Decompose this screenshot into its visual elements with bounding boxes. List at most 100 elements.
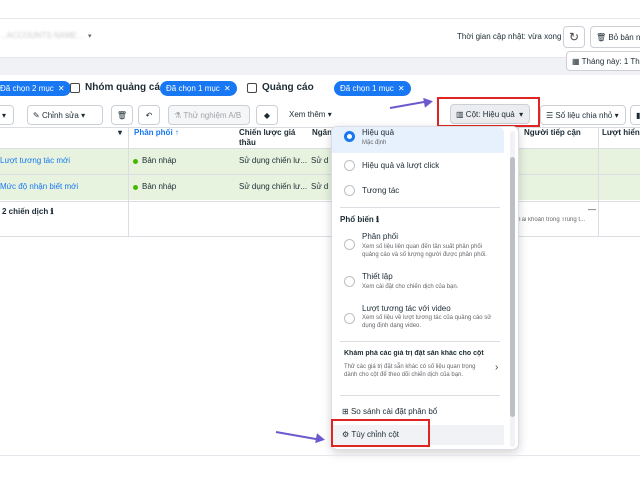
explore-title[interactable]: Khám phá các giá trị đặt sẵn khác cho cộ…: [344, 350, 500, 357]
compare-attribution-item[interactable]: ⊞ So sánh cài đặt phân bổ: [342, 407, 437, 416]
create-dropdown[interactable]: ▾: [0, 105, 14, 125]
more-label: Xem thêm: [289, 110, 326, 119]
budget-value: Sử d: [311, 182, 329, 191]
sort-caret-icon[interactable]: ▾: [118, 128, 122, 150]
breakdown-button[interactable]: ☰ Số liệu chia nhỏ ▾: [540, 105, 626, 125]
reports-button[interactable]: ▮: [630, 105, 640, 125]
date-row: [0, 58, 640, 75]
columns-icon: ▥: [456, 109, 464, 119]
close-icon[interactable]: ✕: [398, 84, 405, 93]
info-icon: ℹ: [376, 215, 380, 224]
reach-dash: —: [588, 205, 596, 214]
tab-ads[interactable]: Quảng cáo: [262, 82, 314, 93]
customize-columns-item[interactable]: ⚙ Tùy chỉnh cột: [342, 430, 399, 439]
bid-strategy-value: Sử dụng chiến lư...: [239, 182, 308, 191]
calendar-icon: ▦: [572, 57, 580, 66]
popular-title: Phổ biến: [340, 215, 374, 224]
column-bid-strategy[interactable]: Chiến lược giá thầu: [239, 128, 307, 150]
column-budget[interactable]: Ngân: [312, 128, 332, 150]
table-row[interactable]: Mức độ nhận biết mới Bản nháp Sử dụng ch…: [0, 174, 640, 200]
status-dot: [133, 185, 138, 190]
refresh-icon: ↻: [568, 30, 580, 44]
radio-engagement[interactable]: [344, 185, 355, 196]
table-bottom-divider: [0, 236, 640, 237]
column-reach[interactable]: Người tiếp cận: [524, 128, 581, 150]
option-delivery-desc: Xem số liệu liên quan đến tần suất phân …: [362, 244, 487, 259]
selected-option-bg: [332, 127, 504, 153]
trash-icon: 🗑: [596, 33, 607, 42]
undo-icon: ↶: [145, 110, 153, 120]
option-performance-clicks[interactable]: Hiệu quả và lượt click: [362, 161, 439, 170]
breakdown-label: Số liệu chia nhỏ: [555, 110, 613, 120]
option-video-engagement-desc: Xem số liệu về lượt tương tác của quảng …: [362, 315, 492, 330]
radio-delivery[interactable]: [344, 239, 355, 250]
campaign-name[interactable]: Mức độ nhận biết mới: [0, 182, 78, 191]
chevron-down-icon: ▾: [2, 110, 7, 120]
arrow-annotation: [389, 100, 428, 109]
ad-icon: [247, 83, 257, 93]
discard-drafts-label: Bỏ bản nh: [608, 33, 640, 42]
date-range-label: Tháng này: 1 Th: [581, 57, 640, 66]
top-bar: ...ACCOUNTS NAME... ▾ Thời gian cập nhật…: [0, 18, 640, 58]
radio-setup[interactable]: [344, 276, 355, 287]
option-video-engagement[interactable]: Lượt tương tác với video: [362, 304, 451, 313]
more-button[interactable]: Xem thêm ▾: [289, 110, 332, 119]
scrollbar-thumb[interactable]: [510, 157, 515, 417]
explore-desc: Thử các giá trị đặt sẵn khác có số liệu …: [344, 364, 476, 379]
campaign-selected-chip[interactable]: Đã chọn 2 mục ✕: [0, 81, 71, 96]
ad-selected-chip[interactable]: Đã chọn 1 mục ✕: [334, 81, 411, 96]
reports-icon: ▮: [636, 110, 640, 120]
undo-button[interactable]: ↶: [138, 105, 160, 125]
close-icon[interactable]: ✕: [58, 84, 65, 93]
radio-performance-clicks[interactable]: [344, 160, 355, 171]
divider: [340, 207, 500, 208]
campaign-chip-label: Đã chọn 2 mục: [0, 84, 54, 93]
arrow-head-icon: [315, 433, 326, 445]
date-range-button[interactable]: ▦ Tháng này: 1 Th: [566, 51, 640, 71]
account-selector[interactable]: ...ACCOUNTS NAME...: [0, 31, 98, 47]
columns-dropdown: Hiệu quả Mặc định Hiệu quả và lượt click…: [331, 126, 519, 450]
option-setup-desc: Xem cài đặt cho chiến dịch của bạn.: [362, 284, 459, 290]
chevron-down-icon[interactable]: ▾: [88, 32, 92, 40]
refresh-button[interactable]: ↻: [563, 26, 585, 48]
close-icon[interactable]: ✕: [224, 84, 231, 93]
info-icon: ℹ: [50, 207, 54, 216]
tag-button[interactable]: ◆: [256, 105, 278, 125]
breakdown-icon: ☰: [546, 110, 554, 120]
row-divider: [0, 201, 640, 202]
customize-label: Tùy chỉnh cột: [351, 430, 399, 439]
columns-button[interactable]: ▥ Cột: Hiệu quả ▾: [450, 104, 530, 124]
arrow-annotation: [275, 431, 320, 441]
delivery-status: Bản nháp: [142, 182, 177, 191]
option-engagement[interactable]: Tương tác: [362, 186, 399, 195]
campaign-name[interactable]: Lượt tương tác mới: [0, 156, 70, 165]
chevron-right-icon[interactable]: ›: [495, 362, 498, 373]
ab-test-button[interactable]: ⚗ Thử nghiệm A/B: [168, 105, 250, 125]
delete-button[interactable]: 🗑: [111, 105, 133, 125]
column-results[interactable]: Lượt hiển t: [602, 128, 640, 150]
customize-icon: ⚙: [342, 430, 350, 439]
compare-label: So sánh cài đặt phân bổ: [350, 407, 438, 416]
ab-test-label: Thử nghiệm A/B: [183, 110, 242, 120]
radio-video-engagement[interactable]: [344, 313, 355, 324]
flask-icon: ⚗: [174, 110, 182, 120]
option-setup[interactable]: Thiết lập: [362, 272, 393, 281]
option-performance[interactable]: Hiệu quả: [362, 128, 394, 137]
bid-strategy-value: Sử dụng chiến lư...: [239, 156, 308, 165]
summary-label: 2 chiến dịch: [2, 207, 49, 216]
column-divider: [598, 128, 599, 236]
adset-selected-chip[interactable]: Đã chọn 1 mục ✕: [160, 81, 237, 96]
edit-button[interactable]: ✎ Chỉnh sửa ▾: [27, 105, 103, 125]
page-bottom-divider: [0, 455, 640, 456]
tag-icon: ◆: [263, 110, 271, 120]
status-dot: [133, 159, 138, 164]
divider: [340, 395, 500, 396]
column-divider: [128, 128, 129, 236]
trash-icon: 🗑: [116, 110, 128, 120]
radio-performance[interactable]: [344, 131, 355, 142]
option-delivery[interactable]: Phân phối: [362, 232, 398, 241]
column-delivery[interactable]: Phân phối ↑: [134, 128, 179, 150]
discard-drafts-button[interactable]: 🗑 Bỏ bản nh: [590, 26, 640, 48]
tab-adsets[interactable]: Nhóm quảng cáo: [85, 82, 166, 93]
table-row[interactable]: Lượt tương tác mới Bản nháp Sử dụng chiế…: [0, 148, 640, 174]
